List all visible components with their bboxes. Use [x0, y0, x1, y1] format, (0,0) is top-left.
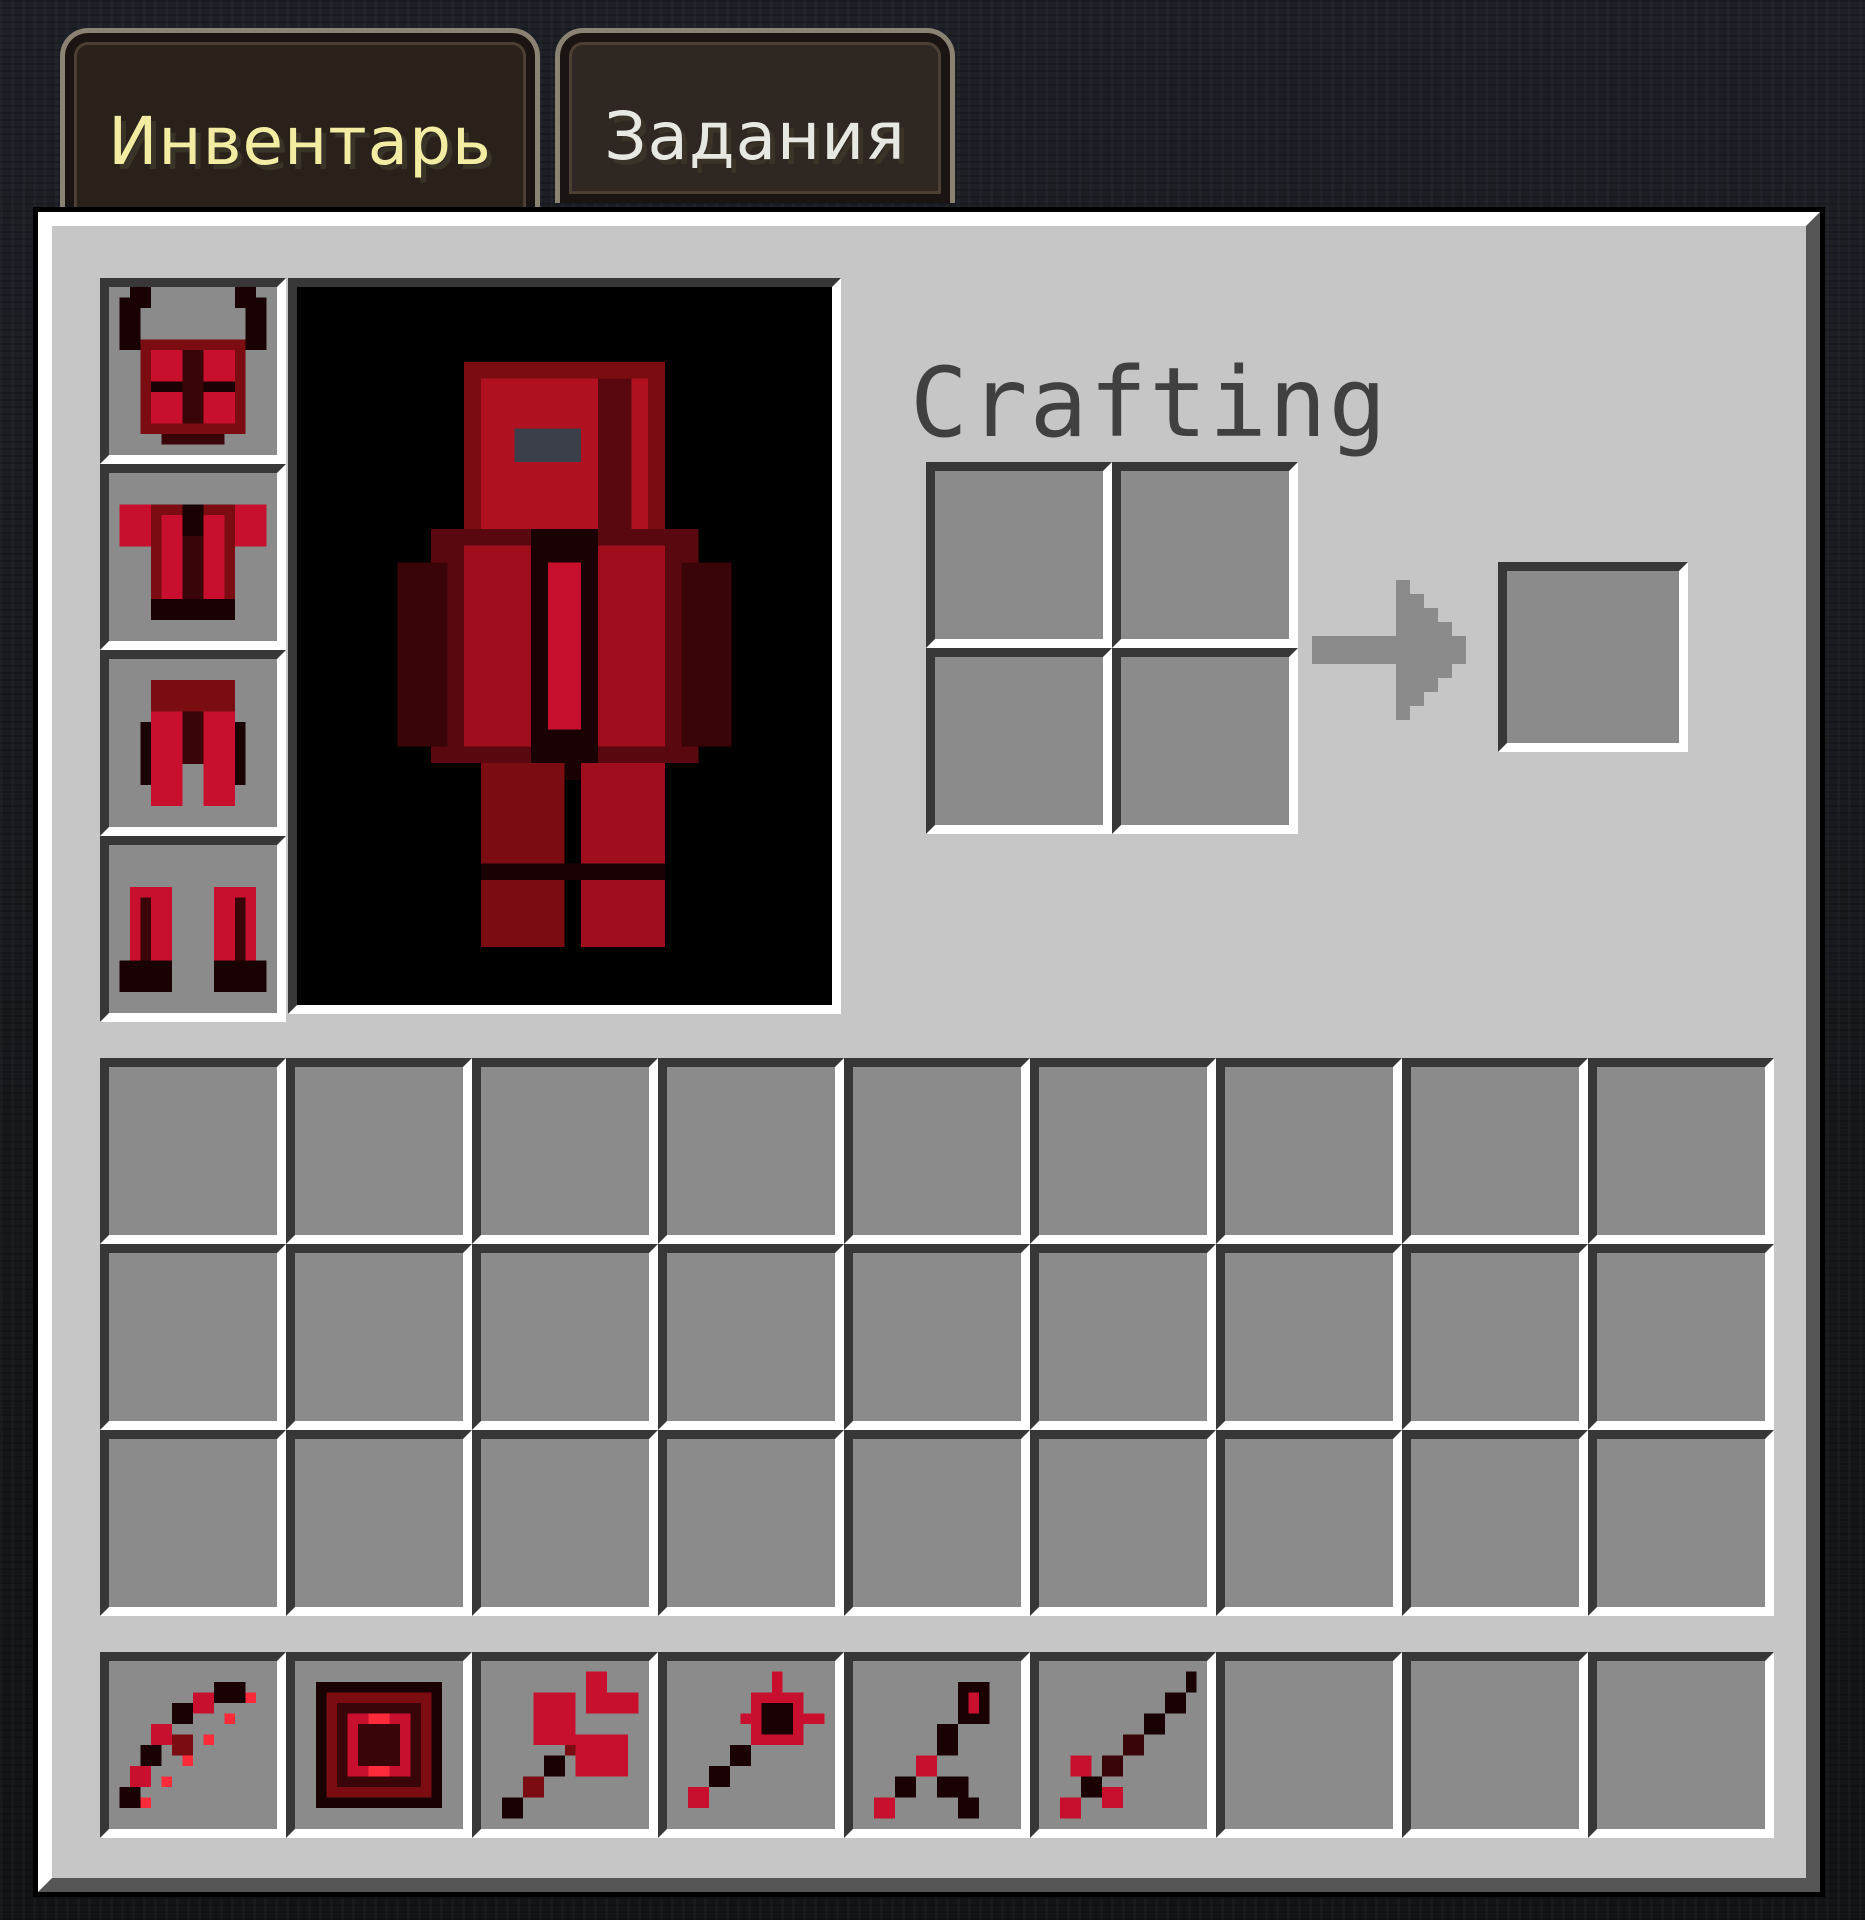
inventory-slot[interactable]	[472, 1244, 658, 1430]
demonic-leggings-icon	[140, 680, 246, 806]
inventory-slot[interactable]	[658, 1058, 844, 1244]
crafting-slot-4[interactable]	[1112, 648, 1298, 834]
inventory-slot[interactable]	[286, 1430, 472, 1616]
player-preview	[288, 278, 841, 1014]
inventory-slot[interactable]	[472, 1430, 658, 1616]
inventory-slot[interactable]	[1402, 1058, 1588, 1244]
hotbar-slot[interactable]	[1216, 1652, 1402, 1838]
inventory-slot[interactable]	[844, 1430, 1030, 1616]
inventory-slot[interactable]	[658, 1430, 844, 1616]
crafting-title: Crafting	[910, 347, 1389, 459]
double-axe-icon	[502, 1671, 639, 1819]
inventory-slot[interactable]	[1030, 1058, 1216, 1244]
hotbar-slot[interactable]	[844, 1652, 1030, 1838]
inventory-slot[interactable]	[1216, 1058, 1402, 1244]
player-model	[397, 361, 732, 947]
crafting-slot-1[interactable]	[926, 462, 1112, 648]
spiked-mace-icon	[688, 1671, 825, 1808]
tab-quests-label: Задания	[604, 98, 906, 175]
crafting-slot-2[interactable]	[1112, 462, 1298, 648]
hotbar-slot[interactable]	[1030, 1652, 1216, 1838]
inventory-slot[interactable]	[1216, 1244, 1402, 1430]
inventory-slot[interactable]	[100, 1058, 286, 1244]
pentagram-shield-icon	[316, 1682, 442, 1808]
inventory-slot[interactable]	[1216, 1430, 1402, 1616]
inventory-slot[interactable]	[1402, 1244, 1588, 1430]
armor-slot-boots[interactable]	[100, 836, 286, 1022]
hotbar-slot[interactable]	[472, 1652, 658, 1838]
inventory-slot[interactable]	[658, 1244, 844, 1430]
crimson-sword-icon	[1060, 1671, 1197, 1819]
inventory-slot[interactable]	[1588, 1430, 1774, 1616]
demonic-boots-icon	[119, 887, 267, 992]
hotbar-slot[interactable]	[1402, 1652, 1588, 1838]
inventory-slot[interactable]	[472, 1058, 658, 1244]
inventory-slot[interactable]	[286, 1058, 472, 1244]
armor-slot-helmet[interactable]	[100, 278, 286, 464]
inventory-slot[interactable]	[844, 1244, 1030, 1430]
inventory-slot[interactable]	[100, 1430, 286, 1616]
tab-inventory[interactable]: Инвентарь	[60, 28, 540, 233]
armor-slot-leggings[interactable]	[100, 650, 286, 836]
demonic-bow-icon	[119, 1682, 256, 1808]
inventory-slot[interactable]	[1588, 1244, 1774, 1430]
inventory-slot[interactable]	[1030, 1430, 1216, 1616]
demonic-horned-helmet-icon	[119, 287, 267, 445]
inventory-slot[interactable]	[100, 1244, 286, 1430]
hotbar-slot[interactable]	[286, 1652, 472, 1838]
hotbar-slot[interactable]	[1588, 1652, 1774, 1838]
inventory-slot[interactable]	[286, 1244, 472, 1430]
inventory-slot[interactable]	[844, 1058, 1030, 1244]
crafting-arrow-icon	[1312, 580, 1466, 720]
armor-slot-chestplate[interactable]	[100, 464, 286, 650]
inventory-slot[interactable]	[1030, 1244, 1216, 1430]
tab-quests[interactable]: Задания	[555, 28, 955, 203]
hotbar-slot[interactable]	[658, 1652, 844, 1838]
demonic-chestplate-icon	[119, 504, 267, 620]
tab-inventory-label: Инвентарь	[108, 103, 492, 180]
inventory-slot[interactable]	[1402, 1430, 1588, 1616]
inventory-slot[interactable]	[1588, 1058, 1774, 1244]
crafting-result-slot[interactable]	[1498, 562, 1688, 752]
crafting-slot-3[interactable]	[926, 648, 1112, 834]
hotbar-slot[interactable]	[100, 1652, 286, 1838]
dark-staff-icon	[874, 1682, 990, 1819]
